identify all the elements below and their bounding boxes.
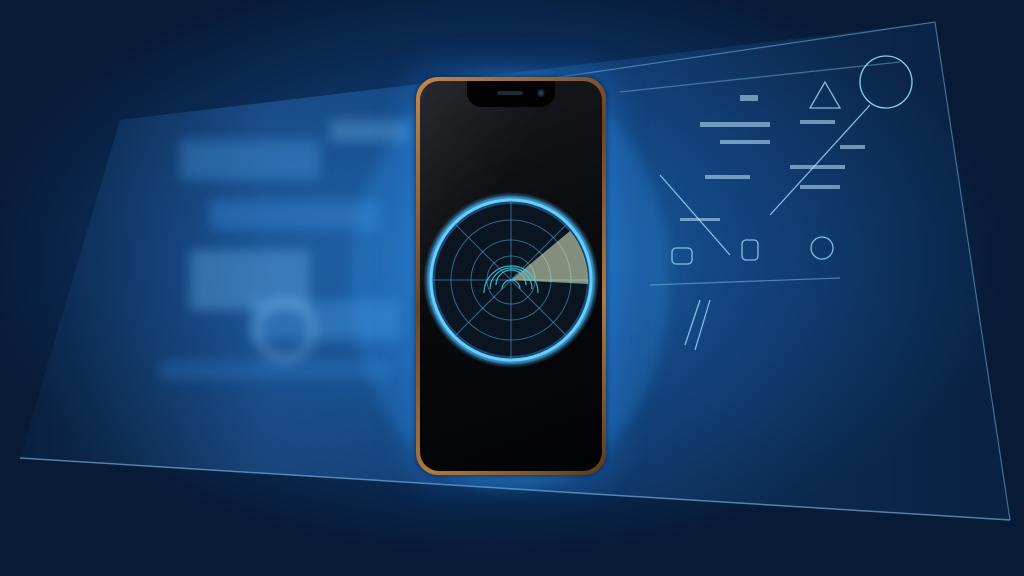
speaker-grille — [497, 91, 523, 95]
front-camera-icon — [537, 89, 545, 97]
smartphone — [416, 77, 606, 475]
phone-notch — [467, 81, 555, 107]
phone-screen — [420, 81, 602, 471]
fingerprint-scanner-icon — [420, 189, 602, 371]
hero-scene — [0, 0, 1024, 576]
